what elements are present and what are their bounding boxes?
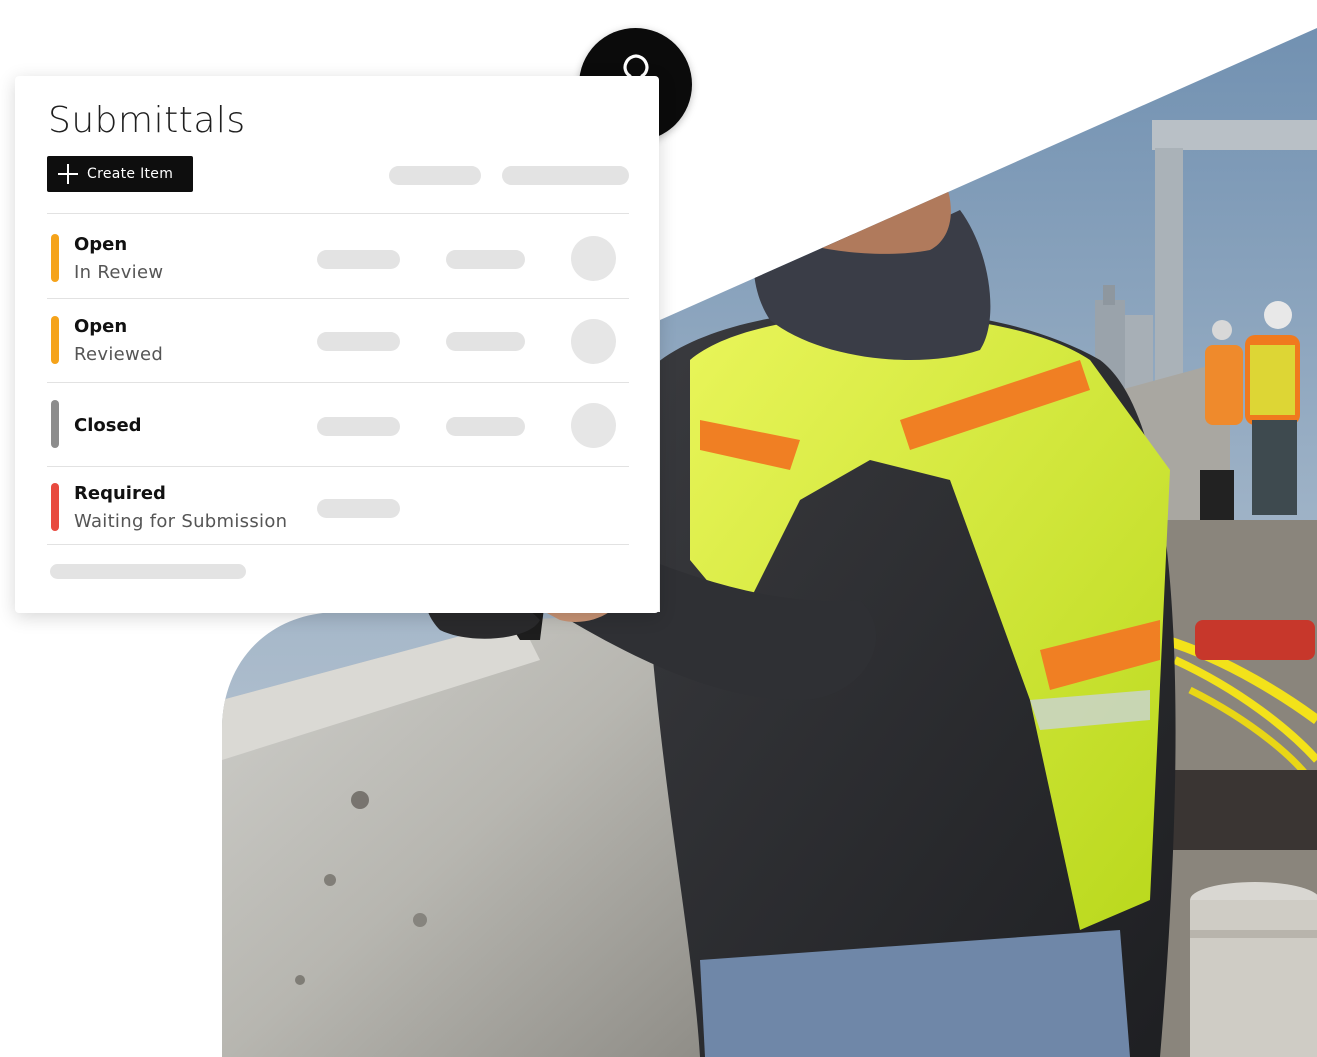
status-indicator [51,400,59,448]
submittals-card: Submittals Create Item Open In Review Op… [15,76,659,613]
status-indicator [51,234,59,282]
list-item[interactable]: Closed [47,383,629,467]
substatus-label: Waiting for Submission [74,511,288,532]
status-label: Closed [74,415,142,436]
page-title: Submittals [48,100,246,141]
divider [47,544,629,545]
avatar-placeholder [571,236,616,281]
avatar-placeholder [571,403,616,448]
header-placeholder-1 [389,166,481,185]
row-placeholder [317,499,400,518]
list-item[interactable]: Open In Review [47,214,629,298]
substatus-label: In Review [74,262,164,283]
list-item[interactable]: Required Waiting for Submission [47,467,629,545]
row-placeholder [446,250,525,269]
status-label: Open [74,316,128,337]
avatar-placeholder [571,319,616,364]
plus-icon [57,163,79,185]
row-placeholder [446,417,525,436]
create-item-label: Create Item [87,166,174,182]
status-indicator [51,483,59,531]
status-indicator [51,316,59,364]
substatus-label: Reviewed [74,344,164,365]
row-placeholder [317,250,400,269]
row-placeholder [446,332,525,351]
row-placeholder [317,332,400,351]
status-label: Open [74,234,128,255]
status-label: Required [74,483,166,504]
row-placeholder [317,417,400,436]
list-item[interactable]: Open Reviewed [47,299,629,383]
header-placeholder-2 [502,166,629,185]
footer-placeholder [50,564,246,579]
create-item-button[interactable]: Create Item [47,156,193,192]
